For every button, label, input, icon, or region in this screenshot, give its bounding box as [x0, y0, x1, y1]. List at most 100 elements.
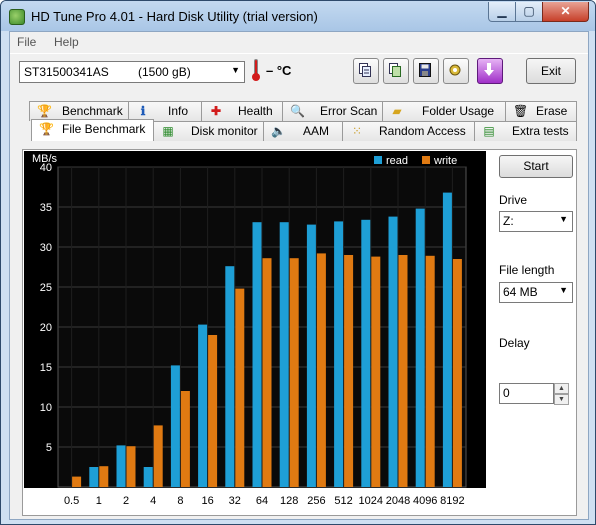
drive-label: Drive	[499, 193, 528, 207]
download-icon	[484, 63, 494, 76]
read-bar	[116, 445, 126, 487]
toolbar: ST31500341AS (1500 gB) ▼ – °C Exit	[10, 53, 588, 99]
x-tick-label: 1	[96, 495, 102, 507]
benchmark-chart: 5 10 15 20 25 30 35 40 MB/s read write 0.5 1 2 4 8 16 32 6…	[24, 151, 486, 514]
maximize-button[interactable]: ▢	[515, 2, 543, 22]
write-bar	[289, 258, 299, 487]
y-tick-label: 15	[40, 362, 52, 374]
copy-screenshot-icon	[389, 63, 401, 77]
benchmark-icon: 🏆	[37, 104, 52, 118]
file-length-label: File length	[499, 263, 555, 277]
y-axis-label: MB/s	[32, 153, 58, 165]
tab-label: File Benchmark	[62, 122, 146, 136]
tab-label: AAM	[303, 124, 330, 138]
read-bar	[306, 224, 316, 487]
copy-info-button[interactable]	[353, 58, 379, 84]
start-button[interactable]: Start	[499, 155, 573, 178]
y-tick-label: 20	[40, 322, 52, 334]
tab-random-access[interactable]: ⁙ Random Access	[342, 121, 475, 141]
legend-read-swatch	[374, 156, 382, 164]
window-title: HD Tune Pro 4.01 - Hard Disk Utility (tr…	[31, 9, 318, 24]
delay-stepper[interactable]: ▲ ▼	[554, 383, 569, 405]
random-access-icon: ⁙	[351, 124, 363, 138]
tab-info[interactable]: ℹ Info	[128, 101, 202, 121]
legend-read-label: read	[386, 155, 408, 167]
tab-label: Extra tests	[512, 124, 569, 138]
options-button[interactable]	[443, 58, 469, 84]
drive-model: ST31500341AS	[24, 65, 109, 79]
x-tick-label: 512	[334, 495, 352, 507]
file-benchmark-icon: 🏆	[39, 122, 54, 136]
file-benchmark-panel: 5 10 15 20 25 30 35 40 MB/s read write 0.5 1 2 4 8 16 32 6…	[22, 149, 577, 516]
x-tick-label: 8192	[440, 495, 464, 507]
drive-select[interactable]: ST31500341AS (1500 gB) ▼	[19, 61, 245, 83]
save-icon	[419, 63, 431, 77]
file-length-select[interactable]: 64 MB ▼	[499, 282, 573, 303]
tab-file-benchmark[interactable]: 🏆 File Benchmark	[31, 119, 154, 141]
tab-label: Disk monitor	[191, 124, 258, 138]
save-button[interactable]	[413, 58, 439, 84]
disk-monitor-icon: ▦	[162, 124, 174, 138]
tab-folder-usage[interactable]: ▰ Folder Usage	[382, 101, 506, 121]
close-button[interactable]: ✕	[542, 2, 589, 22]
write-bar	[452, 259, 462, 487]
options-icon	[449, 64, 461, 76]
minimize-button[interactable]: ▁	[488, 2, 516, 22]
drive-letter-select[interactable]: Z: ▼	[499, 211, 573, 232]
stepper-up-icon[interactable]: ▲	[554, 383, 569, 394]
error-scan-icon: 🔍	[290, 104, 305, 118]
health-icon: ✚	[210, 104, 222, 118]
x-tick-label: 4096	[413, 495, 437, 507]
app-icon	[9, 9, 25, 25]
exit-button[interactable]: Exit	[526, 58, 576, 84]
x-tick-label: 4	[150, 495, 156, 507]
aam-icon: 🔈	[271, 124, 286, 138]
delay-input[interactable]: 0	[499, 383, 554, 404]
info-icon: ℹ	[140, 104, 146, 118]
write-bar	[316, 253, 326, 487]
chevron-down-icon: ▼	[559, 214, 568, 224]
copy-info-icon	[359, 63, 371, 77]
write-bar	[425, 255, 435, 487]
app-window: HD Tune Pro 4.01 - Hard Disk Utility (tr…	[0, 0, 596, 525]
tab-erase[interactable]: 🗑 Erase	[505, 101, 577, 121]
drive-size: (1500 gB)	[138, 65, 191, 79]
stepper-down-icon[interactable]: ▼	[554, 394, 569, 405]
title-bar[interactable]: HD Tune Pro 4.01 - Hard Disk Utility (tr…	[1, 1, 595, 31]
write-bar	[262, 258, 272, 487]
y-tick-label: 25	[40, 282, 52, 294]
chevron-down-icon: ▼	[559, 285, 568, 295]
tab-label: Error Scan	[320, 104, 378, 118]
tab-label: Erase	[536, 104, 568, 118]
tab-label: Folder Usage	[422, 104, 495, 118]
tab-label: Info	[168, 104, 189, 118]
file-length-value: 64 MB	[503, 285, 538, 299]
tab-health[interactable]: ✚ Health	[201, 101, 283, 121]
read-bar	[252, 222, 262, 487]
x-tick-label: 2048	[386, 495, 410, 507]
tab-disk-monitor[interactable]: ▦ Disk monitor	[153, 121, 264, 141]
x-tick-label: 1024	[359, 495, 383, 507]
copy-screenshot-button[interactable]	[383, 58, 409, 84]
x-tick-label: 64	[256, 495, 268, 507]
write-bar	[126, 446, 136, 487]
delay-label: Delay	[499, 336, 530, 350]
read-bar	[279, 222, 289, 487]
benchmark-chart-svg: 510152025303540MB/s read write0.5 1 2 4 8 16 32 6…	[24, 151, 486, 514]
tab-extra-tests[interactable]: ▤ Extra tests	[474, 121, 577, 141]
write-bar	[153, 425, 163, 487]
write-bar	[398, 255, 408, 487]
tab-error-scan[interactable]: 🔍 Error Scan	[282, 101, 383, 121]
read-bar	[334, 221, 344, 487]
tab-benchmark[interactable]: 🏆 Benchmark	[29, 101, 129, 121]
menu-help[interactable]: Help	[54, 35, 79, 49]
write-bar	[72, 476, 82, 487]
write-bar	[208, 335, 218, 487]
y-tick-label: 10	[40, 402, 52, 414]
write-bar	[180, 391, 190, 487]
folder-icon: ▰	[392, 104, 402, 118]
tab-aam[interactable]: 🔈 AAM	[263, 121, 343, 141]
download-button[interactable]	[477, 58, 503, 84]
menu-file[interactable]: File	[17, 35, 36, 49]
legend-write-swatch	[422, 156, 430, 164]
